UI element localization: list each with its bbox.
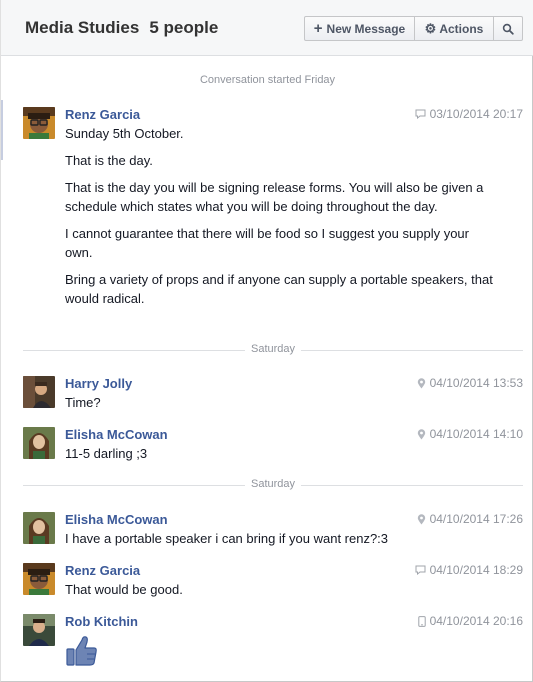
sender-name[interactable]: Elisha McCowan	[65, 427, 168, 442]
message-meta: 04/10/2014 20:16	[417, 614, 523, 628]
message-meta: 04/10/2014 14:10	[417, 427, 523, 441]
conversation-started-label: Conversation started Friday	[199, 74, 336, 86]
search-icon	[502, 23, 514, 35]
actions-label: Actions	[439, 21, 484, 36]
thumbs-up-sticker	[65, 634, 99, 673]
mobile-phone-icon	[417, 615, 426, 627]
sender-name[interactable]: Renz Garcia	[65, 107, 140, 122]
message-item: Renz Garcia 03/10/2014 20:17 Sunday 5th …	[23, 107, 523, 327]
message-text: Sunday 5th October.	[65, 126, 184, 141]
message-meta: 04/10/2014 18:29	[415, 563, 523, 577]
sender-name[interactable]: Elisha McCowan	[65, 512, 168, 527]
people-count[interactable]: 5 people	[149, 18, 218, 37]
gear-icon: ⚙	[424, 21, 437, 36]
location-pin-icon	[417, 377, 425, 388]
message-text: That is the day you will be signing rele…	[65, 180, 484, 214]
day-separator: Saturday	[23, 343, 523, 357]
message-text: I cannot guarantee that there will be fo…	[65, 226, 469, 260]
message-meta: 04/10/2014 13:53	[417, 376, 523, 390]
message-timestamp: 04/10/2014 13:53	[429, 376, 523, 390]
thumbs-up-icon	[66, 636, 97, 666]
message-item: Renz Garcia 04/10/2014 18:29 That would …	[23, 563, 523, 597]
avatar-elisha-mccowan[interactable]	[23, 427, 55, 459]
active-indicator	[1, 100, 3, 160]
message-body: That would be good.	[65, 580, 495, 599]
location-pin-icon	[417, 428, 425, 439]
message-item: Rob Kitchin 04/10/2014 20:16	[23, 614, 523, 674]
message-text: Bring a variety of props and if anyone c…	[65, 272, 493, 306]
message-timestamp: 04/10/2014 20:16	[429, 614, 523, 628]
message-text: I have a portable speaker i can bring if…	[65, 531, 389, 546]
message-item: Elisha McCowan 04/10/2014 14:10 11-5 dar…	[23, 427, 523, 461]
day-separator-label: Saturday	[244, 343, 302, 355]
message-timestamp: 04/10/2014 14:10	[429, 427, 523, 441]
message-timestamp: 04/10/2014 18:29	[429, 563, 523, 577]
avatar-renz-garcia[interactable]	[23, 563, 55, 595]
day-separator: Saturday	[23, 478, 523, 492]
message-timestamp: 04/10/2014 17:26	[429, 512, 523, 526]
conversation-title: Media Studies 5 people	[25, 18, 218, 38]
location-pin-icon	[417, 513, 425, 524]
sender-name[interactable]: Rob Kitchin	[65, 614, 138, 629]
message-body: Sunday 5th October. That is the day. Tha…	[65, 124, 495, 308]
message-timestamp: 03/10/2014 20:17	[429, 107, 523, 121]
conversation-header: Media Studies 5 people + New Message ⚙ Ac…	[1, 0, 533, 56]
message-item: Elisha McCowan 04/10/2014 17:26 I have a…	[23, 512, 523, 546]
sender-name[interactable]: Harry Jolly	[65, 376, 132, 391]
message-meta: 04/10/2014 17:26	[417, 512, 523, 526]
avatar-rob-kitchin[interactable]	[23, 614, 55, 646]
conversation-panel: Media Studies 5 people + New Message ⚙ Ac…	[0, 0, 533, 682]
message-meta: 03/10/2014 20:17	[415, 107, 523, 121]
message-text: That is the day.	[65, 153, 153, 168]
message-body: 11-5 darling ;3	[65, 444, 495, 463]
search-button[interactable]	[493, 16, 523, 41]
day-separator-label: Saturday	[244, 478, 302, 490]
message-item: Harry Jolly 04/10/2014 13:53 Time?	[23, 376, 523, 410]
message-body: I have a portable speaker i can bring if…	[65, 529, 495, 548]
message-body: Time?	[65, 393, 495, 412]
actions-button[interactable]: ⚙ Actions	[414, 16, 494, 41]
conversation-name[interactable]: Media Studies	[25, 18, 139, 37]
message-text: Time?	[65, 395, 101, 410]
chat-icon	[415, 109, 426, 119]
sender-name[interactable]: Renz Garcia	[65, 563, 140, 578]
message-text: 11-5 darling ;3	[65, 446, 148, 461]
new-message-button[interactable]: + New Message	[304, 16, 415, 41]
avatar-harry-jolly[interactable]	[23, 376, 55, 408]
chat-icon	[415, 565, 426, 575]
message-text: That would be good.	[65, 582, 183, 597]
avatar-renz-garcia[interactable]	[23, 107, 55, 139]
plus-icon: +	[313, 20, 323, 37]
avatar-elisha-mccowan[interactable]	[23, 512, 55, 544]
new-message-label: New Message	[326, 21, 406, 36]
